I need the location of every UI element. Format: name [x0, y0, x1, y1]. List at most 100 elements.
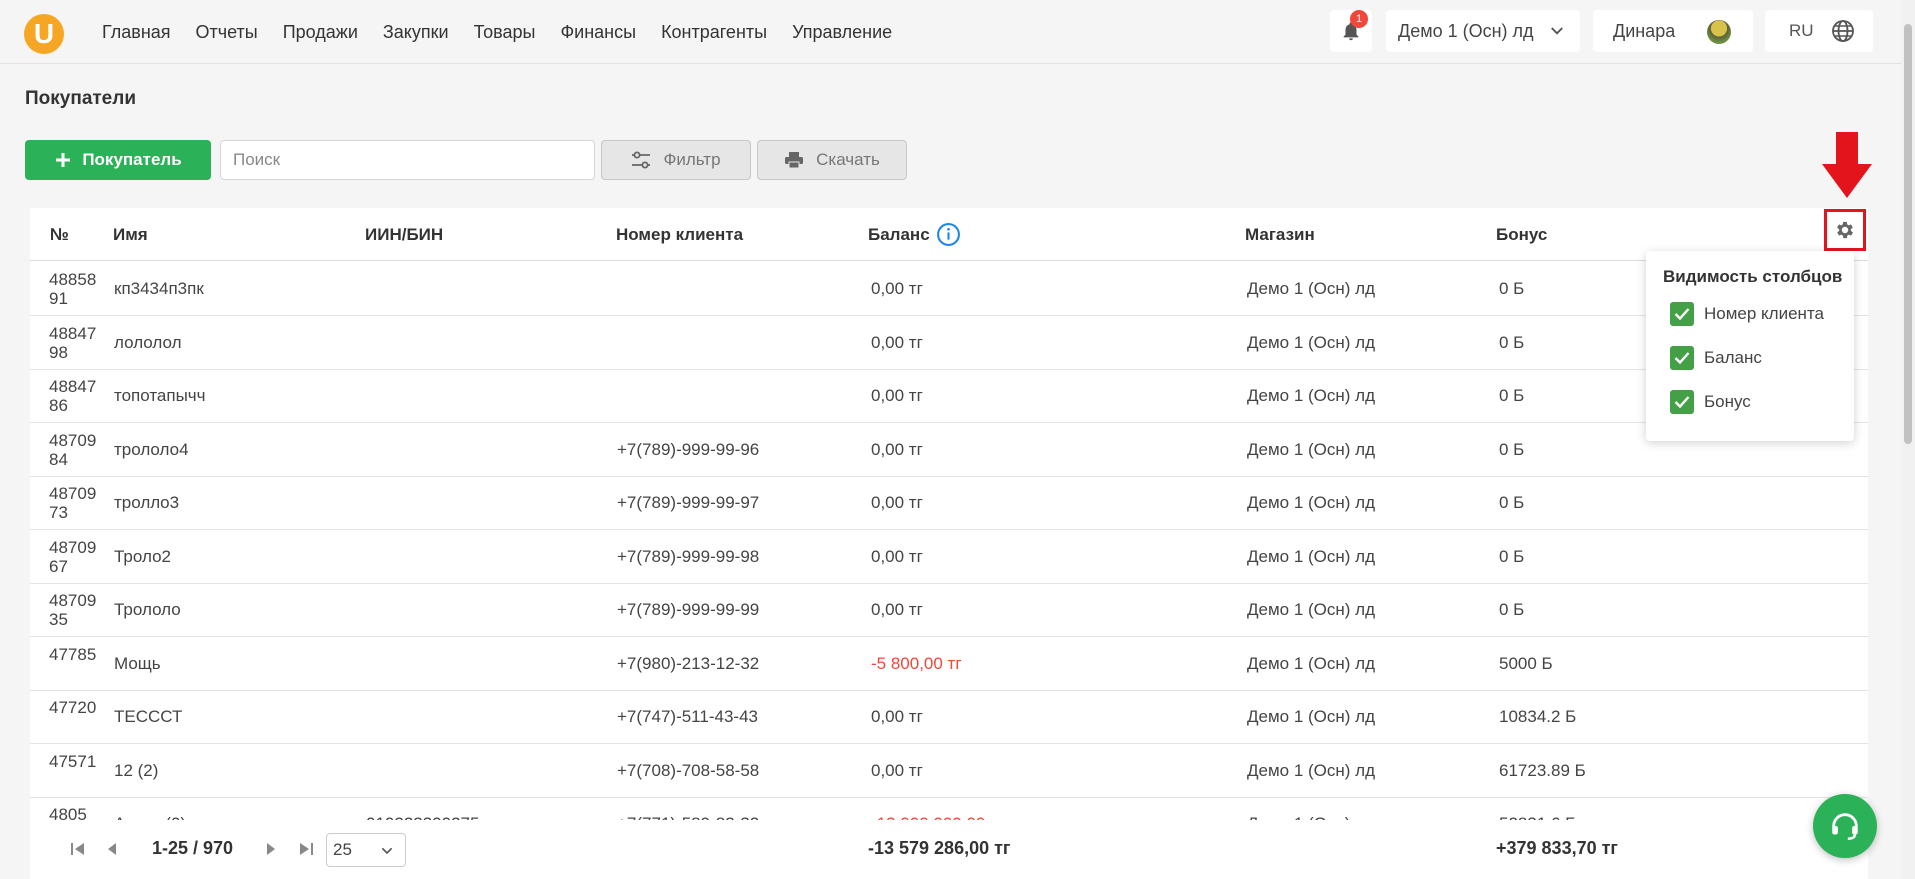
nav-item-products[interactable]: Товары — [474, 0, 536, 64]
nav-item-management[interactable]: Управление — [792, 0, 892, 64]
cell-name: Аскар (0) — [114, 797, 186, 820]
column-header-number[interactable]: № — [50, 208, 69, 261]
table-row[interactable]: 4870935 Трололо +7(789)-999-99-99 0,00 тг Де… — [30, 583, 1868, 637]
cell-phone: +7(771)-589-82-32 — [617, 797, 759, 820]
cell-phone: +7(789)-999-99-97 — [617, 493, 760, 512]
search-input[interactable] — [220, 140, 595, 180]
nav-item-sales[interactable]: Продажи — [283, 0, 358, 64]
pagination-info: 1-25 / 970 — [152, 838, 234, 858]
column-header-store[interactable]: Магазин — [1245, 208, 1315, 261]
cell-phone: +7(789)-999-99-99 — [617, 600, 760, 619]
previous-page-icon[interactable] — [106, 842, 118, 856]
table-row[interactable]: 47571 12 (2) +7(708)-708-58-58 0,00 тг Демо … — [30, 744, 1868, 798]
filter-label: Фильтр — [663, 150, 721, 169]
page-title: Покупатели — [25, 88, 137, 109]
user-name: Динара — [1613, 20, 1676, 41]
cell-name: троллo3 — [114, 493, 180, 512]
scrollbar-thumb[interactable] — [1904, 24, 1912, 444]
table-row[interactable]: 47720 ТЕСССТ +7(747)-511-43-43 0,00 тг Демо … — [30, 690, 1868, 744]
total-balance: -13 579 286,00 тг — [868, 838, 1011, 858]
avatar — [1707, 20, 1731, 44]
cell-store: Демо 1 (Осн) лд — [1247, 279, 1376, 298]
language-selector[interactable]: RU — [1765, 10, 1873, 52]
cell-name: ТЕСССТ — [114, 707, 183, 726]
app-logo[interactable]: U — [24, 14, 64, 54]
table-row[interactable]: 4870984 трололо4 +7(789)-999-99-96 0,00 тг Д… — [30, 423, 1868, 477]
info-icon[interactable] — [936, 222, 961, 247]
page-scrollbar[interactable] — [1901, 0, 1915, 879]
cell-store: Демо 1 (Осн) лд — [1247, 546, 1376, 566]
cell-balance: 0,00 тг — [871, 279, 923, 298]
download-label: Скачать — [816, 150, 880, 169]
user-menu[interactable]: Динара — [1593, 10, 1753, 52]
column-header-name[interactable]: Имя — [113, 208, 148, 261]
cell-number: 4870973 — [49, 484, 97, 522]
table-row[interactable]: 4884786 топотапычч 0,00 тг Демо 1 (Осн) лд 0… — [30, 369, 1868, 423]
cell-number: 4884798 — [49, 323, 97, 362]
cell-number: 4884786 — [49, 377, 97, 415]
cell-bonus: 0 Б — [1499, 332, 1525, 352]
page-size-select[interactable]: 25 — [326, 833, 406, 867]
page-size-value: 25 — [333, 840, 352, 859]
check-icon — [1674, 352, 1690, 365]
table-footer: 1-25 / 970 25 -13 579 286,00 тг +379 833… — [30, 820, 1868, 879]
cell-balance: -13 000 000,00 тг — [871, 797, 1004, 820]
total-bonus: +379 833,70 тг — [1496, 838, 1618, 858]
notifications-button[interactable]: 1 — [1330, 10, 1372, 52]
add-customer-button[interactable]: Покупатель — [25, 140, 211, 180]
column-header-bonus[interactable]: Бонус — [1496, 208, 1547, 261]
filter-button[interactable]: Фильтр — [601, 140, 751, 180]
cell-balance: 0,00 тг — [871, 439, 923, 459]
column-settings-button[interactable] — [1824, 209, 1866, 251]
cell-balance: 0,00 тг — [871, 386, 923, 405]
column-toggle-label: Баланс — [1704, 348, 1762, 367]
column-toggle-balance[interactable]: Баланс — [1670, 345, 1762, 371]
nav-item-reports[interactable]: Отчеты — [196, 0, 258, 64]
first-page-icon[interactable] — [70, 842, 86, 856]
table-row[interactable]: 4805 Аскар (0) 010222300275 +7(771)-589-82-… — [30, 797, 1868, 820]
nav-item-purchases[interactable]: Закупки — [383, 0, 449, 64]
column-toggle-bonus[interactable]: Бонус — [1670, 389, 1751, 415]
check-icon — [1674, 396, 1690, 409]
cell-store: Демо 1 (Осн) лд — [1247, 760, 1376, 780]
add-customer-label: Покупатель — [82, 150, 182, 169]
download-button[interactable]: Скачать — [757, 140, 907, 180]
store-selector[interactable]: Демо 1 (Осн) лд — [1386, 10, 1580, 52]
checkbox-checked[interactable] — [1670, 346, 1694, 370]
column-toggle-phone[interactable]: Номер клиента — [1670, 301, 1824, 327]
column-toggle-label: Номер клиента — [1704, 304, 1824, 323]
table-header: № Имя ИИН/БИН Номер клиента Баланс Магаз… — [30, 208, 1868, 261]
globe-icon — [1832, 20, 1854, 42]
table-row[interactable]: 4870973 троллo3 +7(789)-999-99-97 0,00 тг Де… — [30, 476, 1868, 530]
nav-item-finance[interactable]: Финансы — [560, 0, 636, 64]
checkbox-checked[interactable] — [1670, 390, 1694, 414]
nav-item-home[interactable]: Главная — [102, 0, 171, 64]
nav-item-counterparties[interactable]: Контрагенты — [661, 0, 767, 64]
next-page-icon[interactable] — [265, 842, 277, 856]
cell-iin: 010222300275 — [366, 797, 479, 820]
table-row[interactable]: 4870967 Троло2 +7(789)-999-99-98 0,00 тг Дем… — [30, 530, 1868, 584]
printer-icon — [785, 152, 804, 169]
cell-bonus: 0 Б — [1499, 600, 1525, 619]
cell-phone: +7(789)-999-99-96 — [617, 439, 760, 459]
cell-number: 4870984 — [49, 430, 97, 469]
column-header-iin[interactable]: ИИН/БИН — [365, 208, 443, 261]
cell-name: 12 (2) — [114, 760, 159, 780]
support-chat-button[interactable] — [1813, 794, 1877, 858]
cell-phone: +7(708)-708-58-58 — [617, 760, 760, 780]
table-row[interactable]: 47785 Мощь +7(980)-213-12-32 -5 800,00 тг Де… — [30, 637, 1868, 691]
gear-icon — [1837, 221, 1853, 239]
customers-table: № Имя ИИН/БИН Номер клиента Баланс Магаз… — [30, 208, 1868, 820]
table-row[interactable]: 4885891 кп3434п3пк 0,00 тг Демо 1 (Осн) лд 0… — [30, 262, 1868, 316]
column-header-balance[interactable]: Баланс — [868, 208, 930, 261]
cell-number: 47571 — [49, 751, 97, 771]
cell-bonus: 5000 Б — [1499, 653, 1553, 673]
checkbox-checked[interactable] — [1670, 302, 1694, 326]
cell-bonus: 10834.2 Б — [1499, 707, 1577, 726]
last-page-icon[interactable] — [298, 842, 314, 856]
column-header-phone[interactable]: Номер клиента — [616, 208, 743, 261]
cell-bonus: 61723.89 Б — [1499, 760, 1586, 780]
cell-number: 47720 — [49, 698, 97, 717]
cell-name: кп3434п3пк — [114, 279, 204, 298]
table-row[interactable]: 4884798 лололол 0,00 тг Демо 1 (Осн) лд 0 Б — [30, 316, 1868, 370]
